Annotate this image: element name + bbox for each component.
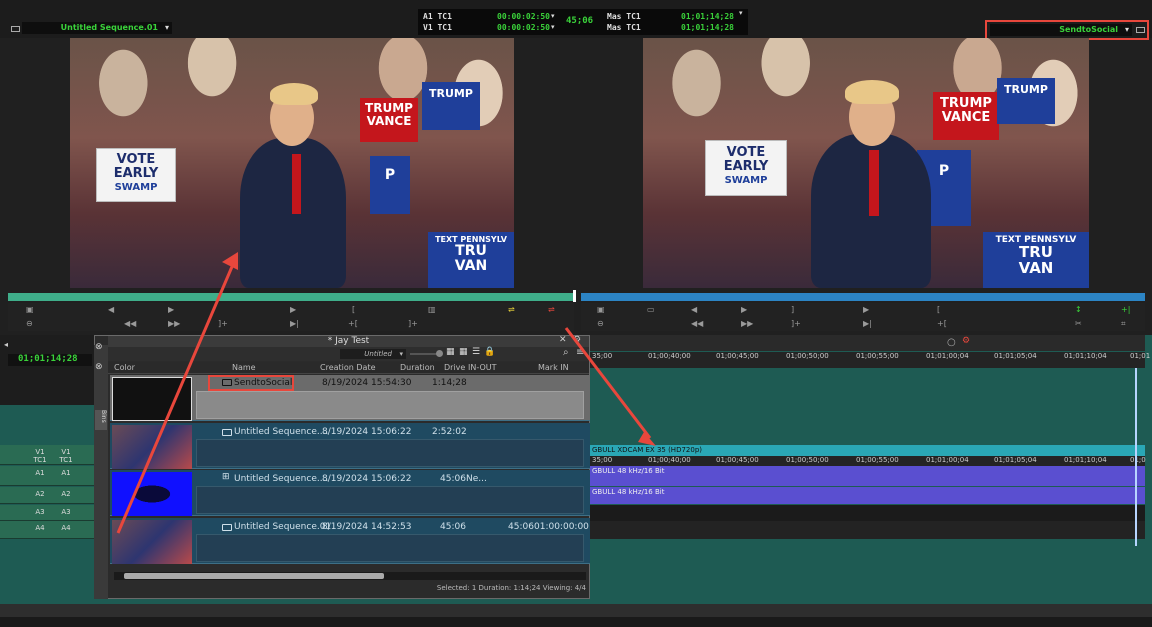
annotation-arrows: [116, 252, 656, 534]
arrow-head-up: [222, 252, 238, 270]
arrow-down-right: [564, 327, 652, 439]
arrow-up-left: [116, 261, 236, 534]
